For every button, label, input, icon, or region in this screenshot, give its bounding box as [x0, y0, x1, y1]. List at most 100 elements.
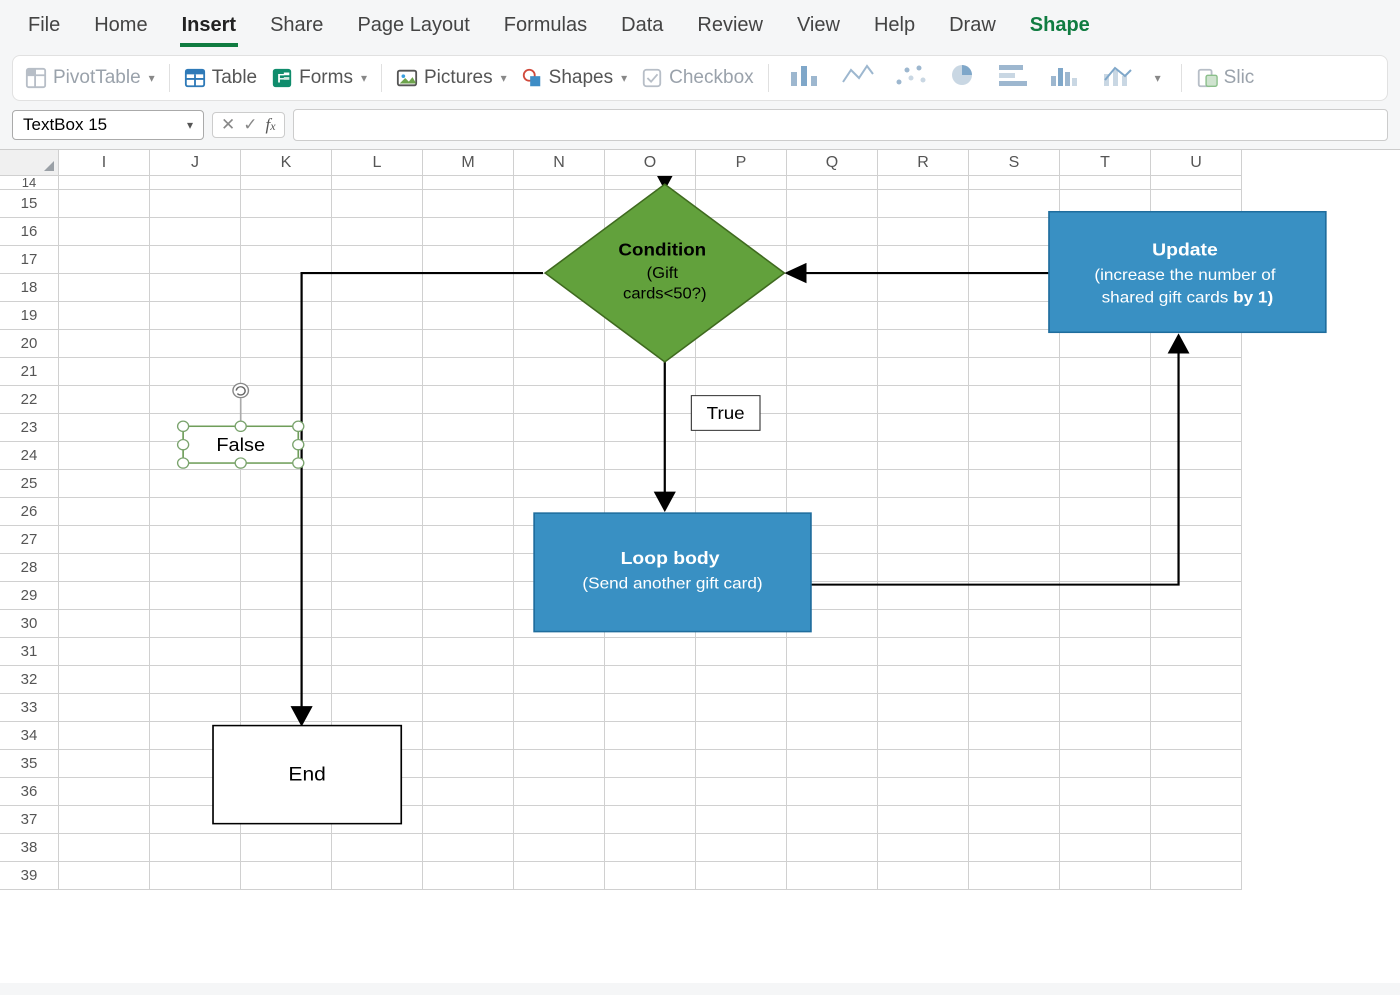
cell[interactable]: [59, 778, 150, 806]
cell[interactable]: [787, 806, 878, 834]
cell[interactable]: [969, 302, 1060, 330]
cell[interactable]: [59, 526, 150, 554]
cell[interactable]: [514, 190, 605, 218]
select-all-corner[interactable]: [0, 150, 59, 176]
cell[interactable]: [514, 750, 605, 778]
cell[interactable]: [787, 470, 878, 498]
cell[interactable]: [696, 176, 787, 190]
cell[interactable]: [1151, 442, 1242, 470]
cancel-icon[interactable]: ✕: [221, 115, 235, 135]
cell[interactable]: [150, 750, 241, 778]
cell[interactable]: [150, 638, 241, 666]
cell[interactable]: [241, 386, 332, 414]
row-header[interactable]: 31: [0, 638, 59, 666]
cell[interactable]: [150, 190, 241, 218]
cell[interactable]: [332, 246, 423, 274]
cell[interactable]: [514, 470, 605, 498]
cell[interactable]: [1060, 302, 1151, 330]
cell[interactable]: [150, 218, 241, 246]
cell[interactable]: [969, 666, 1060, 694]
cell[interactable]: [605, 806, 696, 834]
cell[interactable]: [1151, 778, 1242, 806]
cell[interactable]: [423, 778, 514, 806]
cell[interactable]: [969, 330, 1060, 358]
cell[interactable]: [514, 386, 605, 414]
cell[interactable]: [59, 218, 150, 246]
cell[interactable]: [1151, 470, 1242, 498]
cell[interactable]: [332, 750, 423, 778]
cell[interactable]: [1060, 862, 1151, 890]
cell[interactable]: [241, 274, 332, 302]
cell[interactable]: [1060, 176, 1151, 190]
cell[interactable]: [787, 442, 878, 470]
cell[interactable]: [787, 582, 878, 610]
tab-review[interactable]: Review: [695, 10, 765, 47]
cell[interactable]: [59, 190, 150, 218]
cell[interactable]: [514, 862, 605, 890]
cell[interactable]: [1060, 750, 1151, 778]
cell[interactable]: [1060, 470, 1151, 498]
cell[interactable]: [150, 722, 241, 750]
cell[interactable]: [332, 722, 423, 750]
cell[interactable]: [423, 834, 514, 862]
tab-file[interactable]: File: [26, 10, 62, 47]
combo-chart-icon[interactable]: [1101, 62, 1135, 94]
cell[interactable]: [969, 722, 1060, 750]
row-header[interactable]: 23: [0, 414, 59, 442]
cell[interactable]: [150, 554, 241, 582]
row-header[interactable]: 30: [0, 610, 59, 638]
row-header[interactable]: 22: [0, 386, 59, 414]
cell[interactable]: [1151, 806, 1242, 834]
cell[interactable]: [1151, 750, 1242, 778]
cell[interactable]: [696, 442, 787, 470]
cell[interactable]: [423, 554, 514, 582]
cell[interactable]: [241, 358, 332, 386]
cell[interactable]: [1060, 442, 1151, 470]
cell[interactable]: [878, 246, 969, 274]
pivot-table-button[interactable]: PivotTable ▾: [25, 67, 155, 89]
cell[interactable]: [605, 638, 696, 666]
cell[interactable]: [878, 834, 969, 862]
cell[interactable]: [332, 638, 423, 666]
column-header[interactable]: S: [969, 150, 1060, 176]
cell[interactable]: [332, 582, 423, 610]
cell[interactable]: [696, 386, 787, 414]
tab-home[interactable]: Home: [92, 10, 149, 47]
cell[interactable]: [241, 554, 332, 582]
cell[interactable]: [332, 526, 423, 554]
cell[interactable]: [969, 414, 1060, 442]
cell[interactable]: [696, 330, 787, 358]
row-header[interactable]: 33: [0, 694, 59, 722]
row-header[interactable]: 26: [0, 498, 59, 526]
cell[interactable]: [878, 862, 969, 890]
scatter-chart-icon[interactable]: [893, 62, 927, 94]
cell[interactable]: [605, 694, 696, 722]
tab-data[interactable]: Data: [619, 10, 665, 47]
cell[interactable]: [332, 274, 423, 302]
cell[interactable]: [696, 470, 787, 498]
cell[interactable]: [514, 610, 605, 638]
cell[interactable]: [150, 778, 241, 806]
cell[interactable]: [241, 750, 332, 778]
cell[interactable]: [59, 246, 150, 274]
cell[interactable]: [787, 302, 878, 330]
tab-view[interactable]: View: [795, 10, 842, 47]
cell[interactable]: [514, 638, 605, 666]
cell[interactable]: [514, 554, 605, 582]
cell[interactable]: [59, 358, 150, 386]
cell[interactable]: [332, 330, 423, 358]
cell[interactable]: [1060, 638, 1151, 666]
cell[interactable]: [514, 302, 605, 330]
cell[interactable]: [241, 414, 332, 442]
cell[interactable]: [1060, 190, 1151, 218]
formula-input[interactable]: [293, 109, 1388, 141]
cell[interactable]: [696, 246, 787, 274]
cell[interactable]: [696, 610, 787, 638]
cell[interactable]: [969, 554, 1060, 582]
cell[interactable]: [241, 806, 332, 834]
cell[interactable]: [878, 498, 969, 526]
cell[interactable]: [787, 638, 878, 666]
cell[interactable]: [241, 190, 332, 218]
cell[interactable]: [59, 442, 150, 470]
cell[interactable]: [605, 218, 696, 246]
